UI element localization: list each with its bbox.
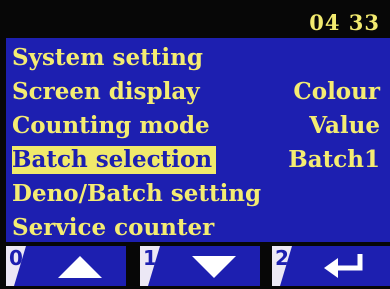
settings-menu: System setting Screen display Colour Cou… (6, 38, 390, 242)
device-screen: 04 33 System setting Screen display Colo… (0, 0, 390, 289)
menu-item-value: Colour (293, 78, 380, 105)
menu-item-batch-selection[interactable]: Batch selection Batch1 (6, 144, 390, 178)
menu-item-screen-display[interactable]: Screen display Colour (6, 76, 390, 110)
menu-item-label: System setting (12, 44, 203, 71)
menu-item-label: Counting mode (12, 112, 210, 139)
menu-item-label: Service counter (12, 214, 215, 241)
softkey-number: 2 (272, 246, 292, 286)
menu-item-counting-mode[interactable]: Counting mode Value (6, 110, 390, 144)
softkey-bar: 0 1 2 (0, 242, 390, 289)
menu-item-label: Screen display (12, 78, 200, 105)
menu-item-value: Batch1 (288, 146, 380, 173)
enter-icon (324, 254, 363, 278)
softkey-enter-button[interactable]: 2 (272, 246, 390, 286)
arrow-down-icon (192, 256, 236, 278)
softkey-up-button[interactable]: 0 (6, 246, 126, 286)
status-bar: 04 33 (0, 0, 390, 38)
menu-item-deno-batch-setting[interactable]: Deno/Batch setting (6, 178, 390, 212)
clock-display: 04 33 (309, 10, 380, 35)
menu-item-system-setting[interactable]: System setting (6, 42, 390, 76)
arrow-up-icon (58, 256, 102, 278)
softkey-down-button[interactable]: 1 (140, 246, 260, 286)
softkey-number: 0 (6, 246, 26, 286)
menu-item-label: Deno/Batch setting (12, 180, 262, 207)
menu-item-value: Value (309, 112, 380, 139)
menu-item-service-counter[interactable]: Service counter (6, 212, 390, 246)
softkey-number: 1 (140, 246, 160, 286)
menu-item-label-selected: Batch selection (12, 146, 217, 174)
